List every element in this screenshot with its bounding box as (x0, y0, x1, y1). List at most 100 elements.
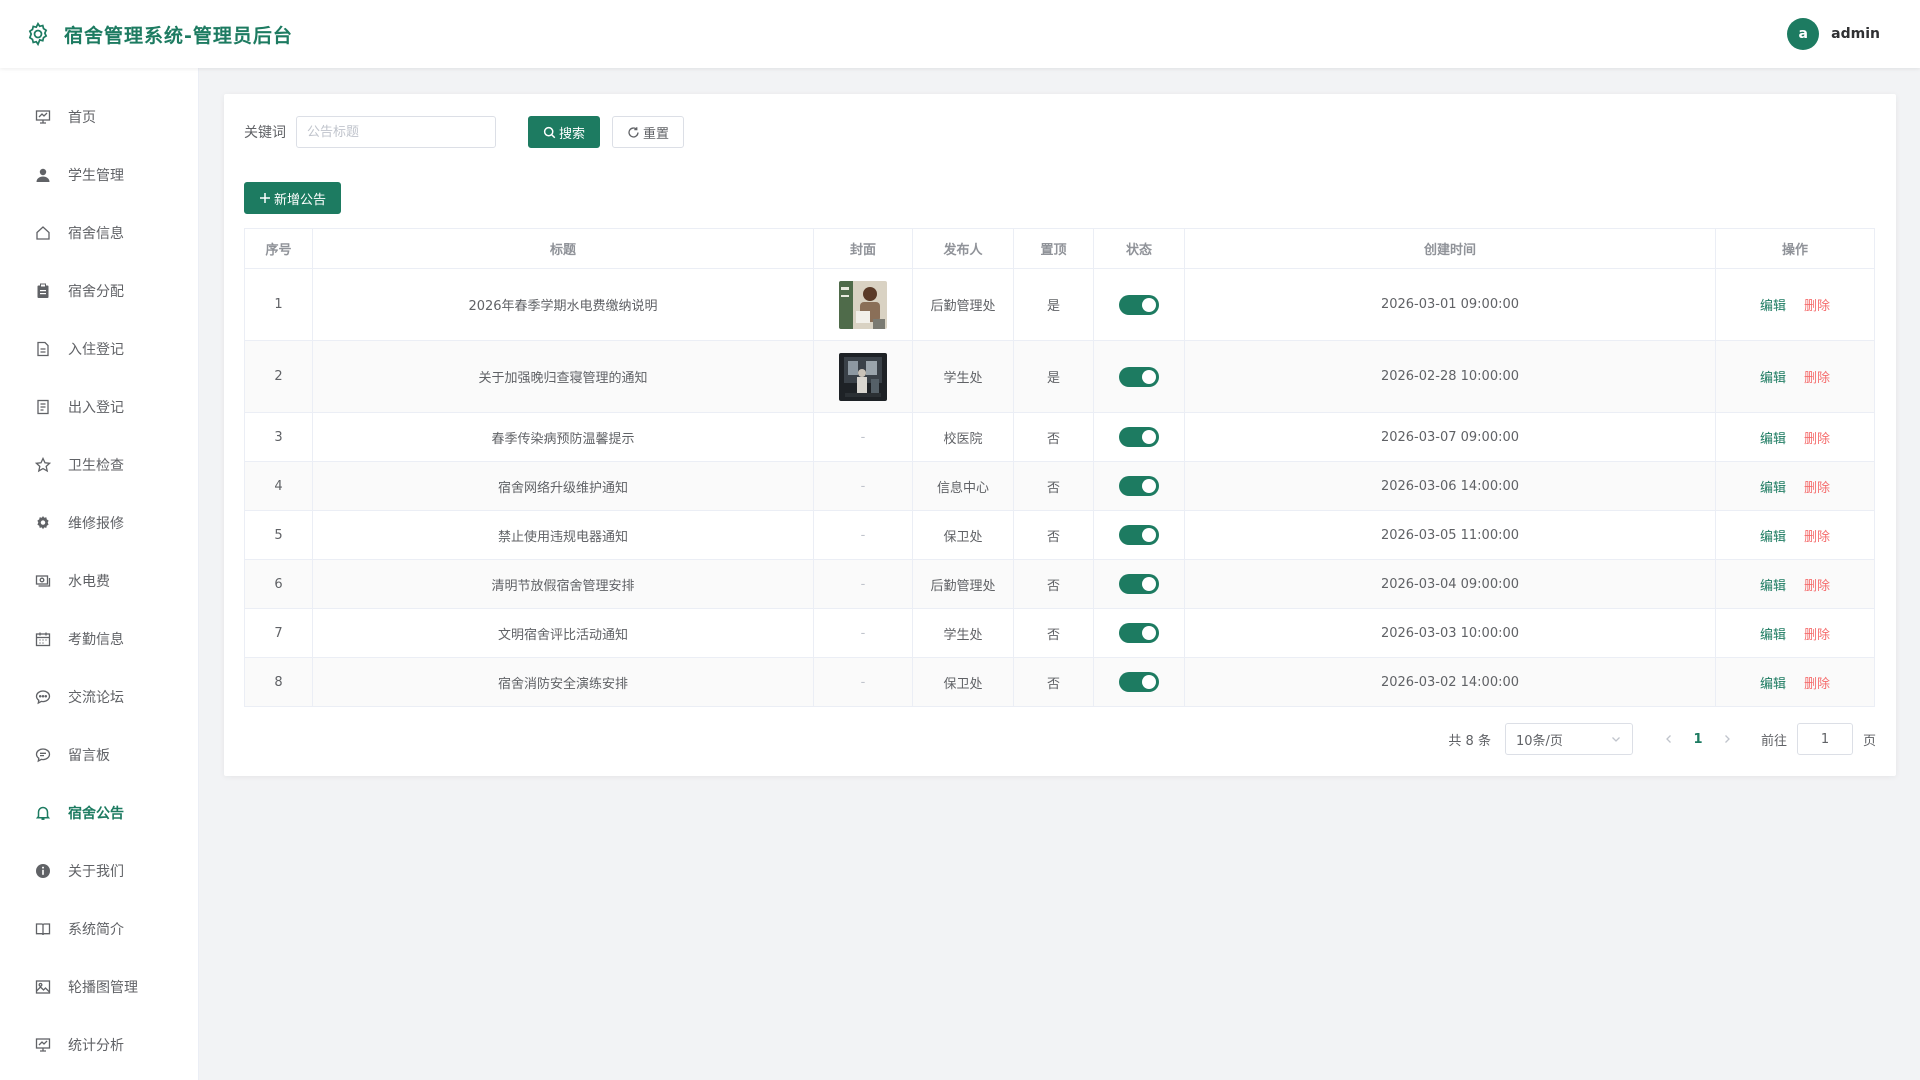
column-header: 创建时间 (1184, 228, 1716, 269)
cell-status (1093, 559, 1185, 609)
prev-page-button[interactable] (1657, 734, 1681, 744)
page-size-select[interactable]: 10条/页 (1504, 723, 1633, 755)
sidebar-item-home[interactable]: 首页 (0, 88, 198, 146)
edit-button[interactable]: 编辑 (1760, 628, 1786, 643)
status-toggle[interactable] (1119, 427, 1159, 447)
next-page-button[interactable] (1715, 734, 1739, 744)
add-notice-button[interactable]: 新增公告 (244, 182, 342, 214)
edit-button[interactable]: 编辑 (1760, 371, 1786, 386)
sidebar-item-repairs[interactable]: 维修报修 (0, 494, 198, 552)
cell-title: 宿舍消防安全演练安排 (312, 657, 814, 707)
status-toggle[interactable] (1119, 672, 1159, 692)
cover-image[interactable] (839, 280, 887, 329)
goto-label: 前往 (1760, 733, 1787, 749)
sidebar-item-system-intro[interactable]: 系统简介 (0, 900, 198, 958)
cover-image[interactable] (839, 352, 887, 401)
sidebar-item-carousel[interactable]: 轮播图管理 (0, 958, 198, 1016)
gear-icon (34, 514, 52, 532)
status-toggle[interactable] (1119, 574, 1159, 594)
notice-table: 序号 标题 封面 发布人 置顶 状态 创建时间 操作 1 2026年春季学期水电… (244, 228, 1875, 707)
cell-publisher: 保卫处 (912, 510, 1014, 560)
gear-icon (24, 20, 52, 48)
reset-button[interactable]: 重置 (612, 116, 685, 148)
table-row: 3 春季传染病预防温馨提示 - 校医院 否 2026-03-07 09:00:0… (244, 412, 1875, 462)
table-row: 7 文明宿舍评比活动通知 - 学生处 否 2026-03-03 10:00:00… (244, 608, 1875, 658)
cell-cover: - (813, 461, 913, 511)
edit-button[interactable]: 编辑 (1760, 299, 1786, 314)
delete-button[interactable]: 删除 (1804, 579, 1830, 594)
cell-publisher: 保卫处 (912, 657, 1014, 707)
search-button[interactable]: 搜索 (528, 116, 601, 148)
tickets-icon (34, 398, 52, 416)
app-title: 宿舍管理系统-管理员后台 (64, 24, 293, 47)
sidebar-item-dorm-info[interactable]: 宿舍信息 (0, 204, 198, 262)
cell-index: 7 (244, 608, 313, 658)
cell-created: 2026-03-02 14:00:00 (1184, 657, 1716, 707)
status-toggle[interactable] (1119, 294, 1159, 315)
sidebar-item-access-log[interactable]: 出入登记 (0, 378, 198, 436)
edit-button[interactable]: 编辑 (1760, 481, 1786, 496)
status-toggle[interactable] (1119, 623, 1159, 643)
chevron-left-icon (1666, 735, 1671, 743)
toolbar: 新增公告 (244, 182, 1876, 214)
cell-title: 宿舍网络升级维护通知 (312, 461, 814, 511)
cell-pinned: 是 (1013, 268, 1094, 341)
cell-actions: 编辑 删除 (1715, 608, 1875, 658)
status-toggle[interactable] (1119, 476, 1159, 496)
picture-icon (34, 978, 52, 996)
refresh-icon (628, 126, 639, 138)
cell-title: 春季传染病预防温馨提示 (312, 412, 814, 462)
cell-publisher: 学生处 (912, 340, 1014, 413)
sidebar-item-utilities[interactable]: 水电费 (0, 552, 198, 610)
sidebar-item-message-board[interactable]: 留言板 (0, 726, 198, 784)
cell-index: 5 (244, 510, 313, 560)
user-menu[interactable]: a admin (1787, 18, 1880, 50)
sidebar-item-statistics[interactable]: 统计分析 (0, 1016, 198, 1074)
sidebar-item-hygiene[interactable]: 卫生检查 (0, 436, 198, 494)
keyword-input[interactable] (296, 116, 496, 148)
edit-button[interactable]: 编辑 (1760, 677, 1786, 692)
house-icon (34, 224, 52, 242)
delete-button[interactable]: 删除 (1804, 371, 1830, 386)
money-icon (34, 572, 52, 590)
edit-button[interactable]: 编辑 (1760, 432, 1786, 447)
edit-button[interactable]: 编辑 (1760, 579, 1786, 594)
search-icon (543, 126, 556, 138)
username[interactable]: admin (1831, 26, 1880, 42)
delete-button[interactable]: 删除 (1804, 677, 1830, 692)
sidebar-item-dorm-notices[interactable]: 宿舍公告 (0, 784, 198, 842)
sidebar-item-forum[interactable]: 交流论坛 (0, 668, 198, 726)
cell-status (1093, 657, 1185, 707)
edit-button[interactable]: 编辑 (1760, 530, 1786, 545)
avatar[interactable]: a (1787, 18, 1820, 50)
delete-button[interactable]: 删除 (1804, 628, 1830, 643)
cell-pinned: 否 (1013, 461, 1094, 511)
table-row: 8 宿舍消防安全演练安排 - 保卫处 否 2026-03-02 14:00:00… (244, 657, 1875, 707)
keyword-label: 关键词 (244, 125, 286, 141)
info-icon (34, 862, 52, 880)
status-toggle[interactable] (1119, 366, 1159, 387)
document-icon (34, 340, 52, 358)
cell-created: 2026-03-03 10:00:00 (1184, 608, 1716, 658)
table-row: 4 宿舍网络升级维护通知 - 信息中心 否 2026-03-06 14:00:0… (244, 461, 1875, 511)
status-toggle[interactable] (1119, 525, 1159, 545)
sidebar-item-about[interactable]: 关于我们 (0, 842, 198, 900)
sidebar-item-checkin[interactable]: 入住登记 (0, 320, 198, 378)
delete-button[interactable]: 删除 (1804, 432, 1830, 447)
delete-button[interactable]: 删除 (1804, 530, 1830, 545)
cell-title: 文明宿舍评比活动通知 (312, 608, 814, 658)
calendar-icon (34, 630, 52, 648)
search-bar: 关键词 搜索 重置 (244, 116, 1876, 148)
pagination: 共 8 条 10条/页 1 前往 页 (244, 723, 1876, 755)
page-number-current[interactable]: 1 (1681, 732, 1715, 747)
goto-page-input[interactable] (1796, 723, 1853, 755)
cell-publisher: 后勤管理处 (912, 268, 1014, 341)
add-notice-label: 新增公告 (274, 192, 327, 208)
delete-button[interactable]: 删除 (1804, 299, 1830, 314)
delete-button[interactable]: 删除 (1804, 481, 1830, 496)
sidebar-item-attendance[interactable]: 考勤信息 (0, 610, 198, 668)
cell-status (1093, 608, 1185, 658)
sidebar-item-dorm-assign[interactable]: 宿舍分配 (0, 262, 198, 320)
cell-pinned: 否 (1013, 412, 1094, 462)
sidebar-item-students[interactable]: 学生管理 (0, 146, 198, 204)
